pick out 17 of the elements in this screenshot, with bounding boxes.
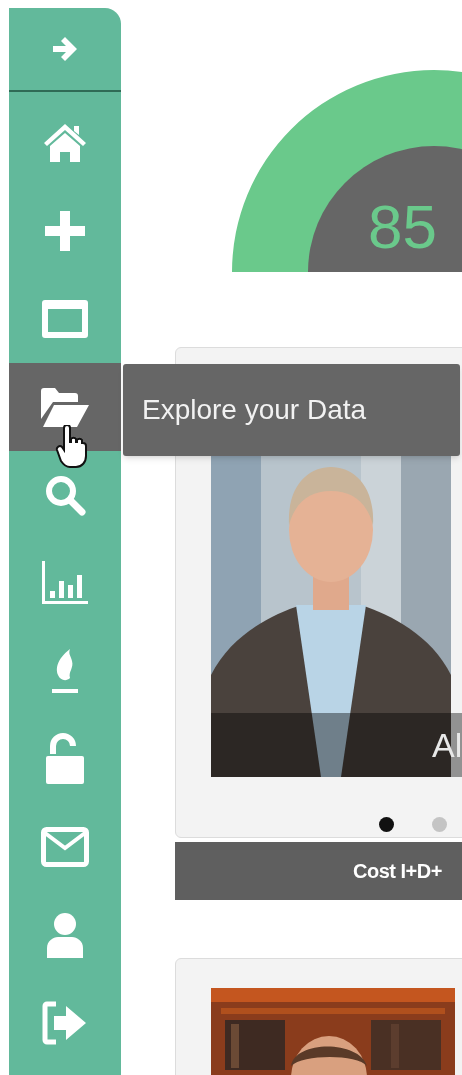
bar-chart-icon xyxy=(42,561,88,605)
tooltip: Explore your Data xyxy=(123,364,460,456)
arrow-right-icon xyxy=(50,34,80,64)
window-icon xyxy=(42,300,88,338)
plus-icon xyxy=(45,211,85,251)
hand-cursor-icon xyxy=(55,425,87,471)
sidebar-item[interactable] xyxy=(9,363,121,451)
flame-icon xyxy=(50,647,80,695)
mail-icon xyxy=(41,827,89,867)
home-icon xyxy=(42,122,88,164)
search-icon xyxy=(44,474,86,516)
card-footer-text: Cost I+D+ xyxy=(353,859,442,884)
folder-icon xyxy=(41,387,89,427)
user-icon xyxy=(45,912,85,958)
logout-icon xyxy=(42,1001,88,1045)
gauge-value: 85 xyxy=(368,192,437,261)
unlocked-padlock-icon xyxy=(46,732,84,786)
